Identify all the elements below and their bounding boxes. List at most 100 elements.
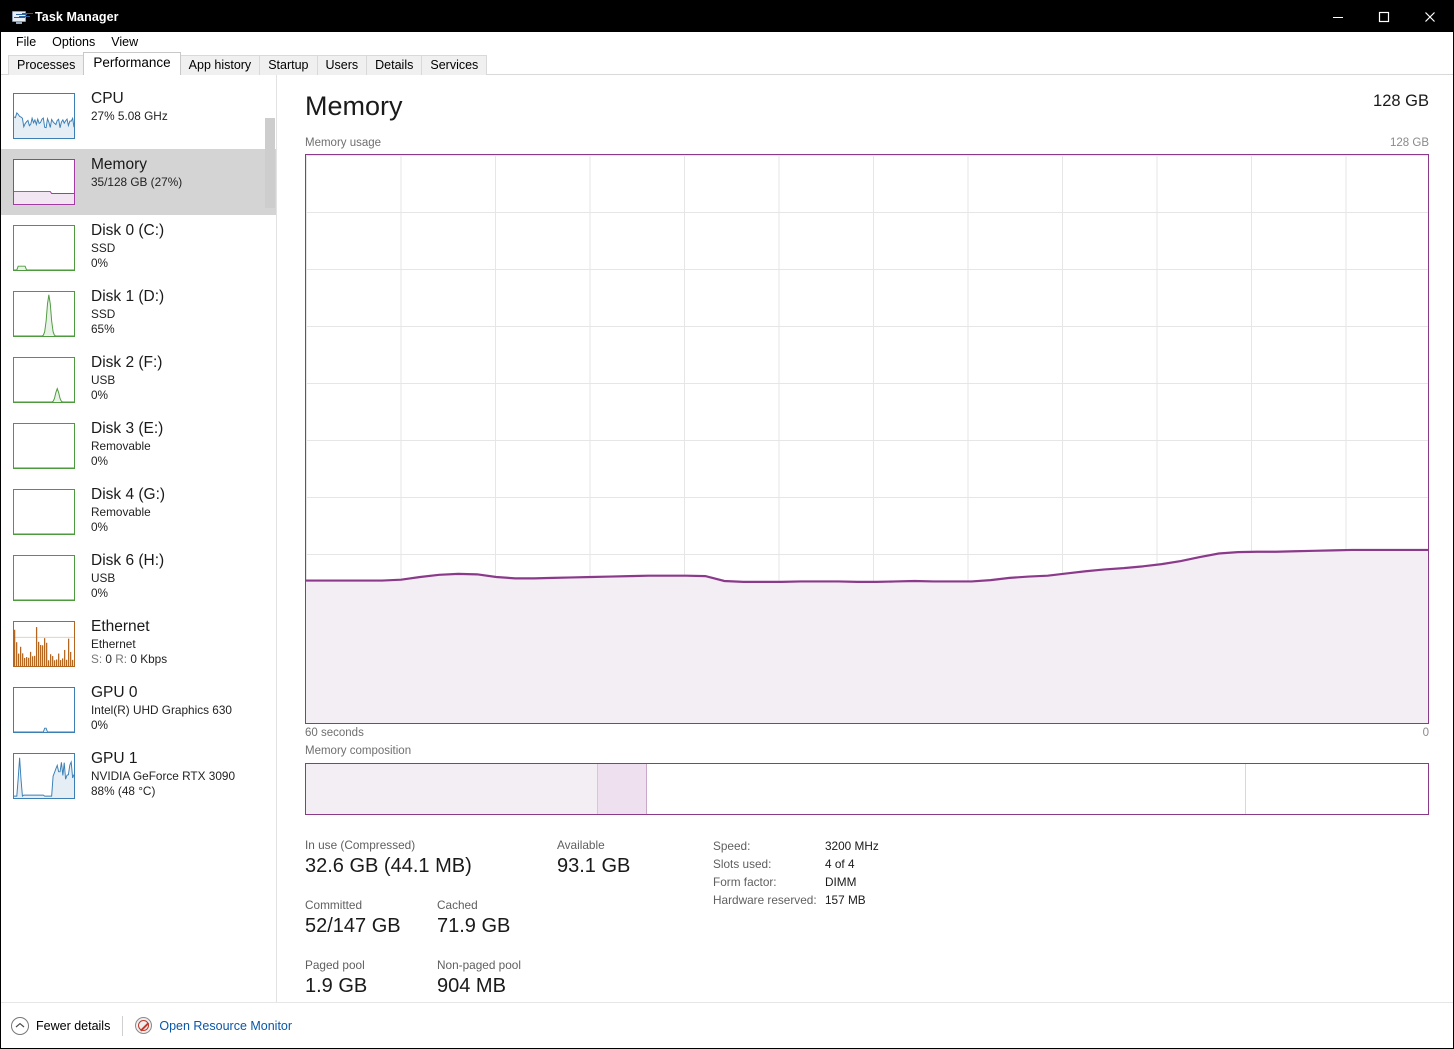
axis-label-right: 0 [1422, 727, 1429, 739]
detail-value: DIMM [825, 875, 857, 889]
non-paged-pool-value: 904 MB [437, 975, 506, 997]
sidebar-item-detail: SSD [91, 307, 116, 321]
sidebar-item-label: Disk 0 (C:) [91, 222, 165, 239]
sidebar-thumbnail-graph [13, 159, 75, 205]
sidebar-thumbnail-graph [13, 291, 75, 337]
detail-row: Speed: 3200 MHz [713, 837, 879, 855]
sidebar-item-disk-0-c[interactable]: Disk 0 (C:) SSD 0% [1, 215, 276, 281]
resource-sidebar[interactable]: CPU 27% 5.08 GHz Memory 35/128 GB (27%) Disk… [1, 75, 277, 1043]
sidebar-item-detail: 27% 5.08 GHz [91, 109, 168, 123]
sidebar-item-cpu[interactable]: CPU 27% 5.08 GHz [1, 83, 276, 149]
stats-column-left: In use (Compressed) 32.6 GB (44.1 MB) Co… [305, 837, 557, 1017]
menu-item-file[interactable]: File [8, 33, 44, 52]
sidebar-item-value: 88% (48 °C) [91, 784, 156, 798]
content-area: CPU 27% 5.08 GHz Memory 35/128 GB (27%) Disk… [1, 75, 1453, 1043]
tab-services[interactable]: Services [421, 55, 488, 75]
sidebar-item-disk-4-g[interactable]: Disk 4 (G:) Removable 0% [1, 479, 276, 545]
sidebar-thumbnail-graph [13, 423, 75, 469]
sidebar-item-text: GPU 0 Intel(R) UHD Graphics 630 0% [91, 683, 232, 733]
page-title: Memory [305, 91, 403, 121]
detail-row: Slots used: 4 of 4 [713, 855, 879, 873]
detail-value: 157 MB [825, 893, 866, 907]
task-manager-window: Task Manager File Options View Processes… [0, 0, 1454, 1049]
sidebar-item-detail: SSD [91, 241, 116, 255]
sidebar-item-value: 0% [91, 718, 109, 732]
graph-axis-row: 60 seconds 0 [305, 725, 1429, 743]
tab-users[interactable]: Users [316, 55, 368, 75]
sidebar-scrollbar-thumb[interactable] [265, 118, 275, 208]
open-resource-monitor-label: Open Resource Monitor [159, 1018, 293, 1033]
menu-item-options[interactable]: Options [44, 33, 103, 52]
tab-startup[interactable]: Startup [259, 55, 318, 75]
sidebar-item-label: Disk 4 (G:) [91, 486, 166, 503]
stat-non-paged-pool: Non-paged pool 904 MB [437, 957, 521, 1000]
memory-usage-plot [306, 155, 1428, 723]
tab-processes[interactable]: Processes [8, 55, 85, 75]
resource-monitor-icon [135, 1017, 153, 1034]
sidebar-item-detail: Removable [91, 505, 151, 519]
sidebar-item-value: 0% [91, 586, 109, 600]
available-label: Available [557, 838, 605, 852]
minimize-button[interactable] [1315, 1, 1361, 32]
footer-divider [122, 1015, 124, 1036]
maximize-button[interactable] [1361, 1, 1407, 32]
sidebar-item-disk-1-d[interactable]: Disk 1 (D:) SSD 65% [1, 281, 276, 347]
open-resource-monitor-link[interactable]: Open Resource Monitor [135, 1017, 292, 1034]
sidebar-item-label: CPU [91, 90, 124, 107]
detail-key: Speed: [713, 839, 751, 853]
tab-details[interactable]: Details [366, 55, 423, 75]
sidebar-item-label: Disk 2 (F:) [91, 354, 163, 371]
sidebar-item-value: 65% [91, 322, 115, 336]
sidebar-item-text: Disk 3 (E:) Removable 0% [91, 419, 163, 469]
sidebar-item-memory[interactable]: Memory 35/128 GB (27%) [1, 149, 276, 215]
sidebar-item-detail: USB [91, 571, 116, 585]
tab-app-history[interactable]: App history [179, 55, 261, 75]
detail-row: Form factor: DIMM [713, 873, 879, 891]
composition-segment-in-use[interactable] [306, 764, 598, 814]
status-bar: Fewer details Open Resource Monitor [1, 1002, 1453, 1048]
sidebar-item-disk-2-f[interactable]: Disk 2 (F:) USB 0% [1, 347, 276, 413]
sidebar-item-disk-6-h[interactable]: Disk 6 (H:) USB 0% [1, 545, 276, 611]
sidebar-item-text: CPU 27% 5.08 GHz [91, 89, 168, 124]
sidebar-item-detail: USB [91, 373, 116, 387]
menu-item-view[interactable]: View [103, 33, 146, 52]
sidebar-item-text: Disk 0 (C:) SSD 0% [91, 221, 164, 271]
fewer-details-button[interactable]: Fewer details [11, 1016, 110, 1035]
sidebar-item-value: 0% [91, 388, 109, 402]
memory-panel: Memory 128 GB Memory usage 128 GB 60 sec… [277, 75, 1453, 1043]
cached-value: 71.9 GB [437, 915, 511, 937]
usage-max-label: 128 GB [1390, 137, 1429, 149]
sidebar-item-disk-3-e[interactable]: Disk 3 (E:) Removable 0% [1, 413, 276, 479]
sidebar-item-label: Ethernet [91, 618, 150, 635]
detail-row: Hardware reserved: 157 MB [713, 891, 879, 909]
paged-pool-label: Paged pool [305, 958, 365, 972]
sidebar-thumbnail-graph [13, 357, 75, 403]
close-button[interactable] [1407, 1, 1453, 32]
sidebar-item-label: GPU 1 [91, 750, 138, 767]
tab-performance[interactable]: Performance [83, 52, 181, 75]
sidebar-item-label: Disk 1 (D:) [91, 288, 165, 305]
detail-key: Slots used: [713, 857, 772, 871]
usage-label: Memory usage [305, 137, 382, 149]
stat-committed: Committed 52/147 GB [305, 897, 437, 940]
tab-strip: Processes Performance App history Startu… [1, 52, 1453, 75]
sidebar-item-text: Disk 6 (H:) USB 0% [91, 551, 164, 601]
composition-segment-modified[interactable] [597, 764, 648, 814]
memory-usage-graph[interactable] [305, 154, 1429, 724]
memory-capacity: 128 GB [1373, 92, 1429, 110]
sidebar-item-gpu-0[interactable]: GPU 0 Intel(R) UHD Graphics 630 0% [1, 677, 276, 743]
sidebar-thumbnail-graph [13, 93, 75, 139]
sidebar-item-gpu-1[interactable]: GPU 1 NVIDIA GeForce RTX 3090 88% (48 °C) [1, 743, 276, 809]
memory-composition-bar[interactable] [305, 763, 1429, 815]
in-use-label: In use (Compressed) [305, 838, 416, 852]
sidebar-item-text: Ethernet Ethernet S: 0 R: 0 Kbps [91, 617, 167, 667]
sidebar-item-ethernet[interactable]: Ethernet Ethernet S: 0 R: 0 Kbps [1, 611, 276, 677]
non-paged-pool-label: Non-paged pool [437, 958, 521, 972]
sidebar-thumbnail-graph [13, 753, 75, 799]
window-title: Task Manager [35, 9, 119, 24]
composition-segment-free[interactable] [1246, 764, 1428, 814]
committed-value: 52/147 GB [305, 915, 401, 937]
composition-segment-standby[interactable] [647, 764, 1247, 814]
stat-paged-pool: Paged pool 1.9 GB [305, 957, 437, 1000]
composition-label: Memory composition [305, 745, 412, 757]
